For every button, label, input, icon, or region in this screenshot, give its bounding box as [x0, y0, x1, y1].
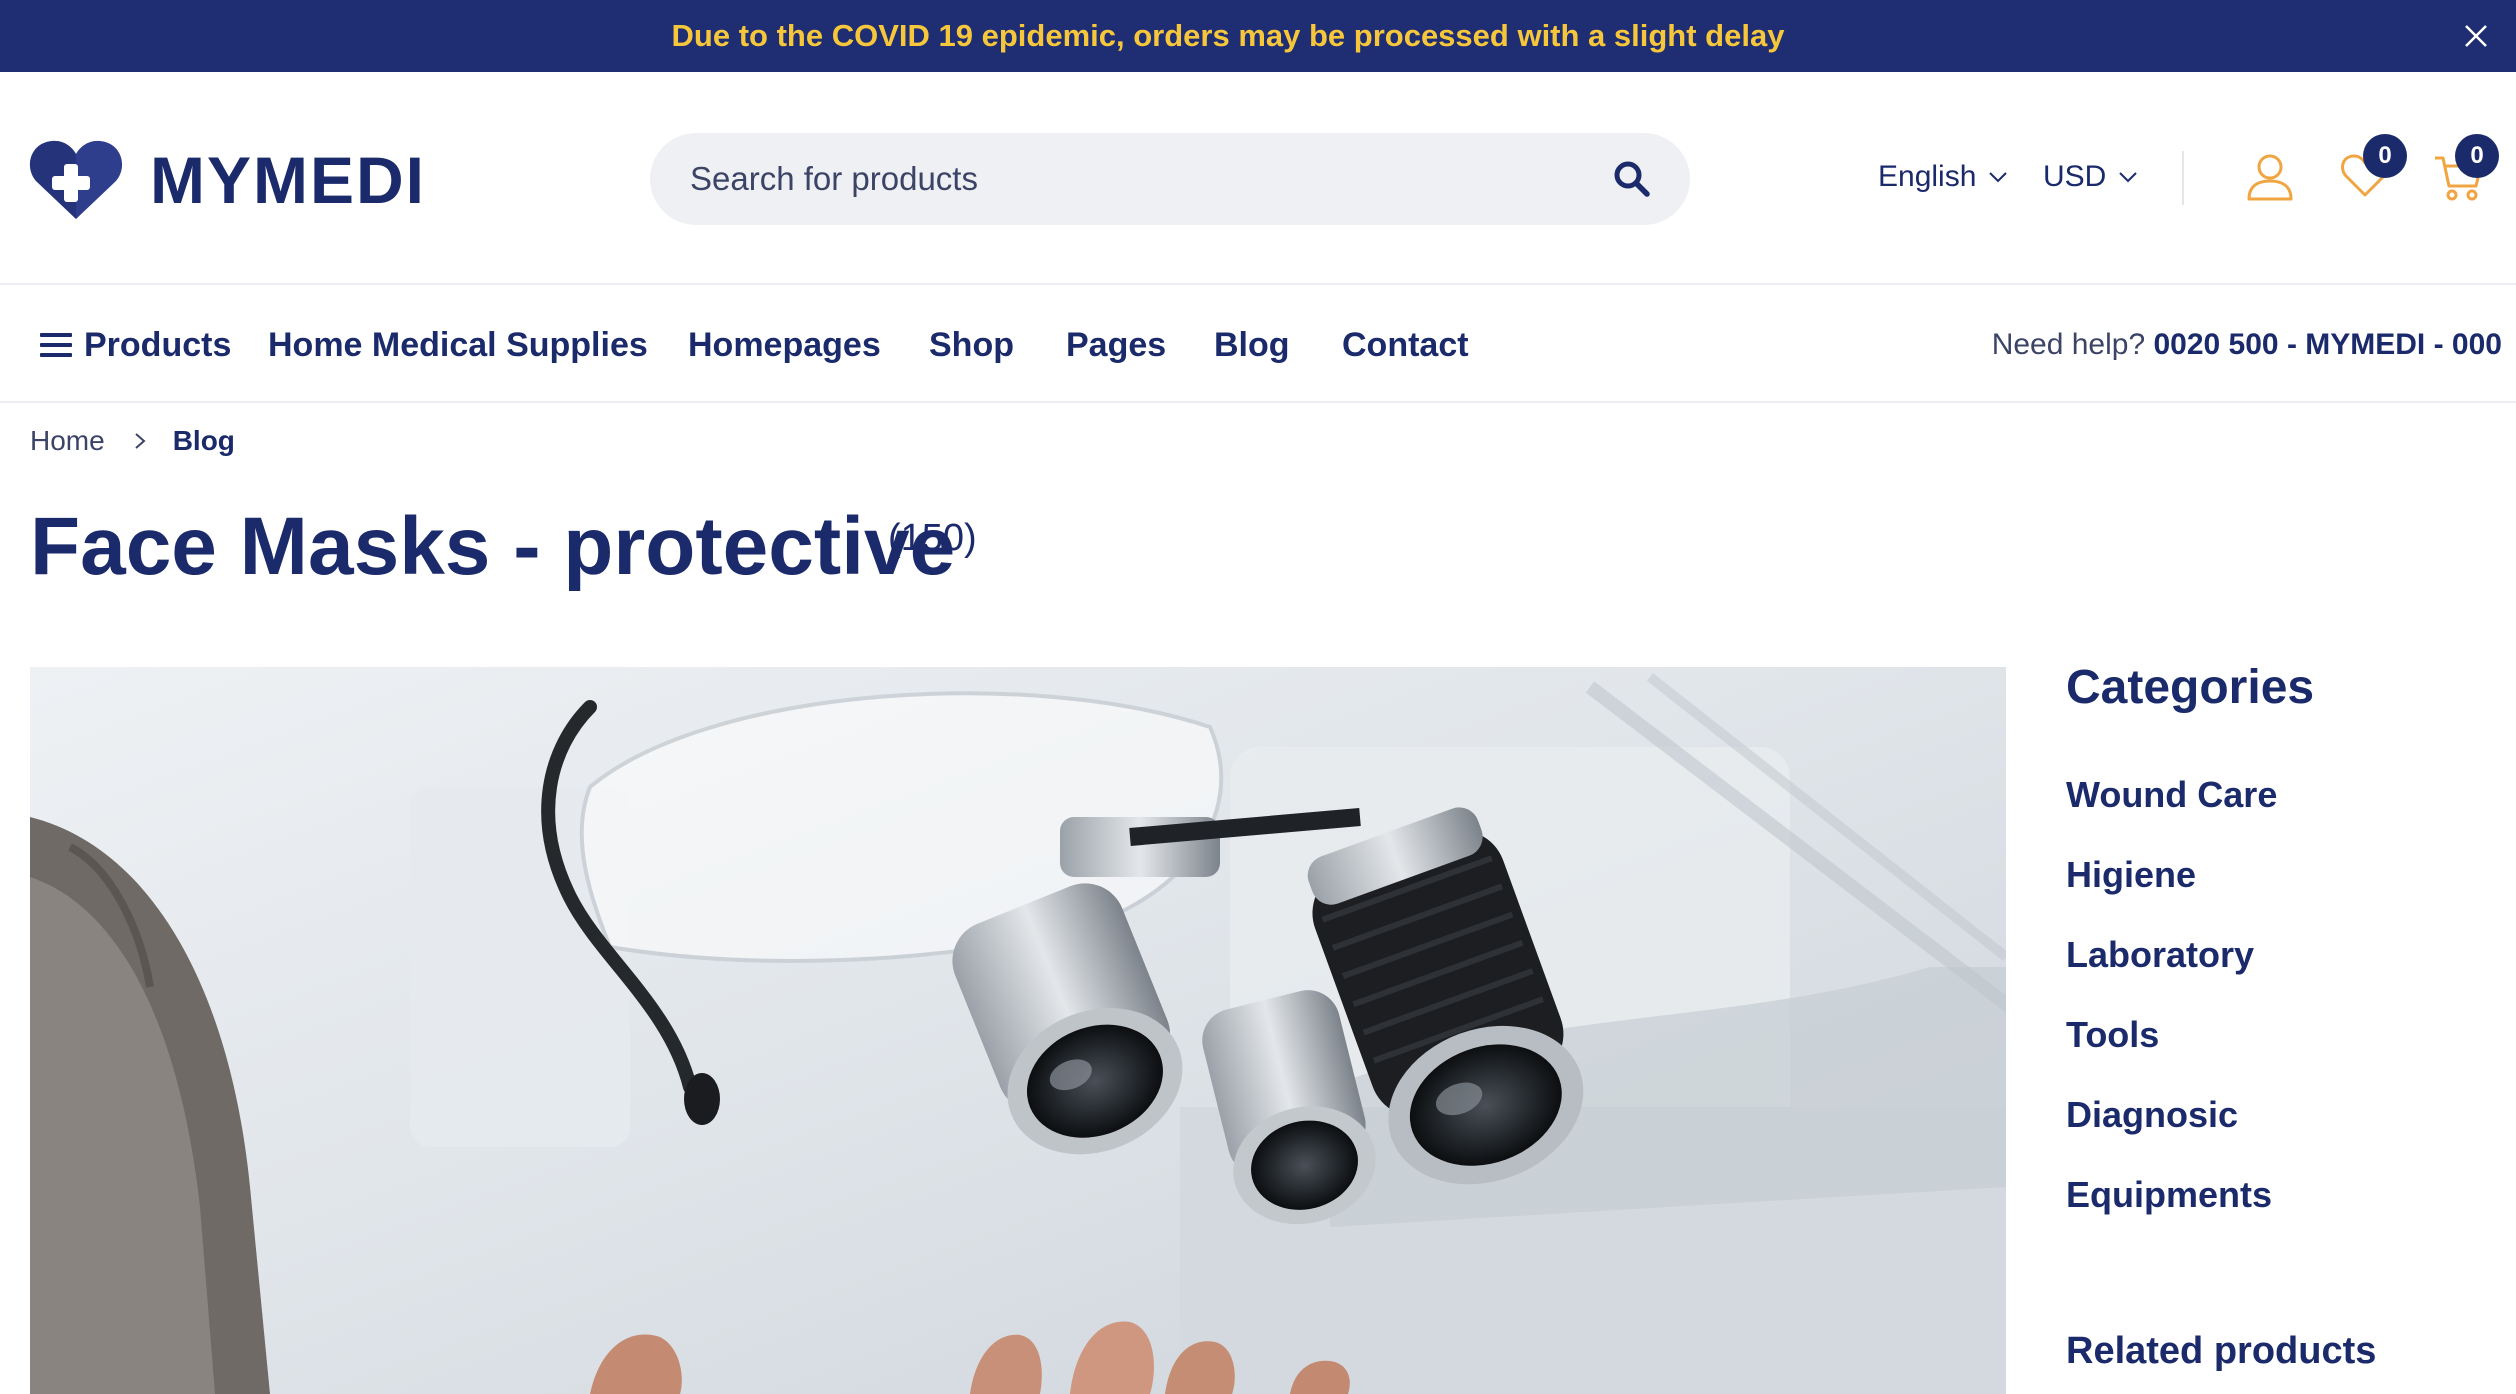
language-selector[interactable]: English [1878, 160, 2008, 194]
category-wound-care[interactable]: Wound Care [2066, 768, 2277, 848]
nav-blog[interactable]: Blog [1214, 287, 1290, 403]
breadcrumb-home[interactable]: Home [30, 425, 105, 457]
post-count: (150) [888, 517, 977, 559]
category-higiene[interactable]: Higiene [2066, 848, 2277, 928]
main-navigation: Products Home Medical Supplies Homepages… [0, 287, 2516, 403]
help-label: Need help? [1991, 328, 2154, 361]
breadcrumb-current: Blog [172, 425, 235, 456]
currency-selector[interactable]: USD [2043, 160, 2138, 194]
nav-pages[interactable]: Pages [1066, 287, 1166, 403]
categories-list: Wound Care Higiene Laboratory Tools Diag… [2066, 768, 2277, 1248]
categories-title: Categories [2066, 661, 2315, 714]
category-diagnosic[interactable]: Diagnosic [2066, 1088, 2277, 1168]
hero-illustration [30, 667, 2006, 1394]
logo-heart-icon [29, 140, 123, 219]
chevron-down-icon [1989, 172, 2008, 183]
menu-icon [40, 333, 72, 357]
search-icon[interactable] [1612, 159, 1652, 199]
help-contact[interactable]: Need help? 0020 500 - MYMEDI - 000 [1992, 287, 2502, 403]
search-input[interactable] [690, 133, 1570, 225]
nav-shop[interactable]: Shop [929, 287, 1014, 403]
close-icon[interactable] [2460, 20, 2492, 52]
nav-products[interactable]: Products [40, 287, 231, 403]
breadcrumb: Home Blog [30, 425, 235, 457]
search-bar [650, 133, 1690, 225]
brand-logo[interactable]: MYMEDI [28, 137, 426, 222]
chevron-down-icon [2119, 172, 2138, 183]
related-products-title: Related products [2066, 1330, 2377, 1372]
brand-name: MYMEDI [150, 142, 426, 217]
chevron-right-icon [135, 433, 146, 449]
wishlist-count-badge: 0 [2363, 134, 2407, 178]
page-title: Face Masks - protective [30, 501, 956, 592]
language-label: English [1878, 160, 1977, 193]
nav-home-medical-supplies[interactable]: Home Medical Supplies [268, 287, 648, 403]
site-header: MYMEDI English USD [0, 72, 2516, 285]
header-divider [2182, 151, 2184, 205]
announcement-text: Due to the COVID 19 epidemic, orders may… [0, 0, 2456, 72]
category-laboratory[interactable]: Laboratory [2066, 928, 2277, 1008]
nav-contact[interactable]: Contact [1342, 287, 1469, 403]
announcement-bar: Due to the COVID 19 epidemic, orders may… [0, 0, 2516, 72]
currency-label: USD [2043, 160, 2107, 193]
announcement-text-end: epidemic, orders may be processed with a… [973, 18, 1785, 53]
cart-count-badge: 0 [2455, 134, 2499, 178]
help-phone: 0020 500 - MYMEDI - 000 [2153, 328, 2502, 361]
nav-homepages[interactable]: Homepages [688, 287, 881, 403]
category-tools[interactable]: Tools [2066, 1008, 2277, 1088]
user-icon[interactable] [2246, 152, 2294, 202]
announcement-text-start: Due to the [671, 18, 832, 53]
announcement-text-bold: COVID 19 [831, 18, 973, 53]
hero-image[interactable] [30, 667, 2006, 1394]
nav-products-label: Products [84, 326, 232, 364]
category-equipments[interactable]: Equipments [2066, 1168, 2277, 1248]
